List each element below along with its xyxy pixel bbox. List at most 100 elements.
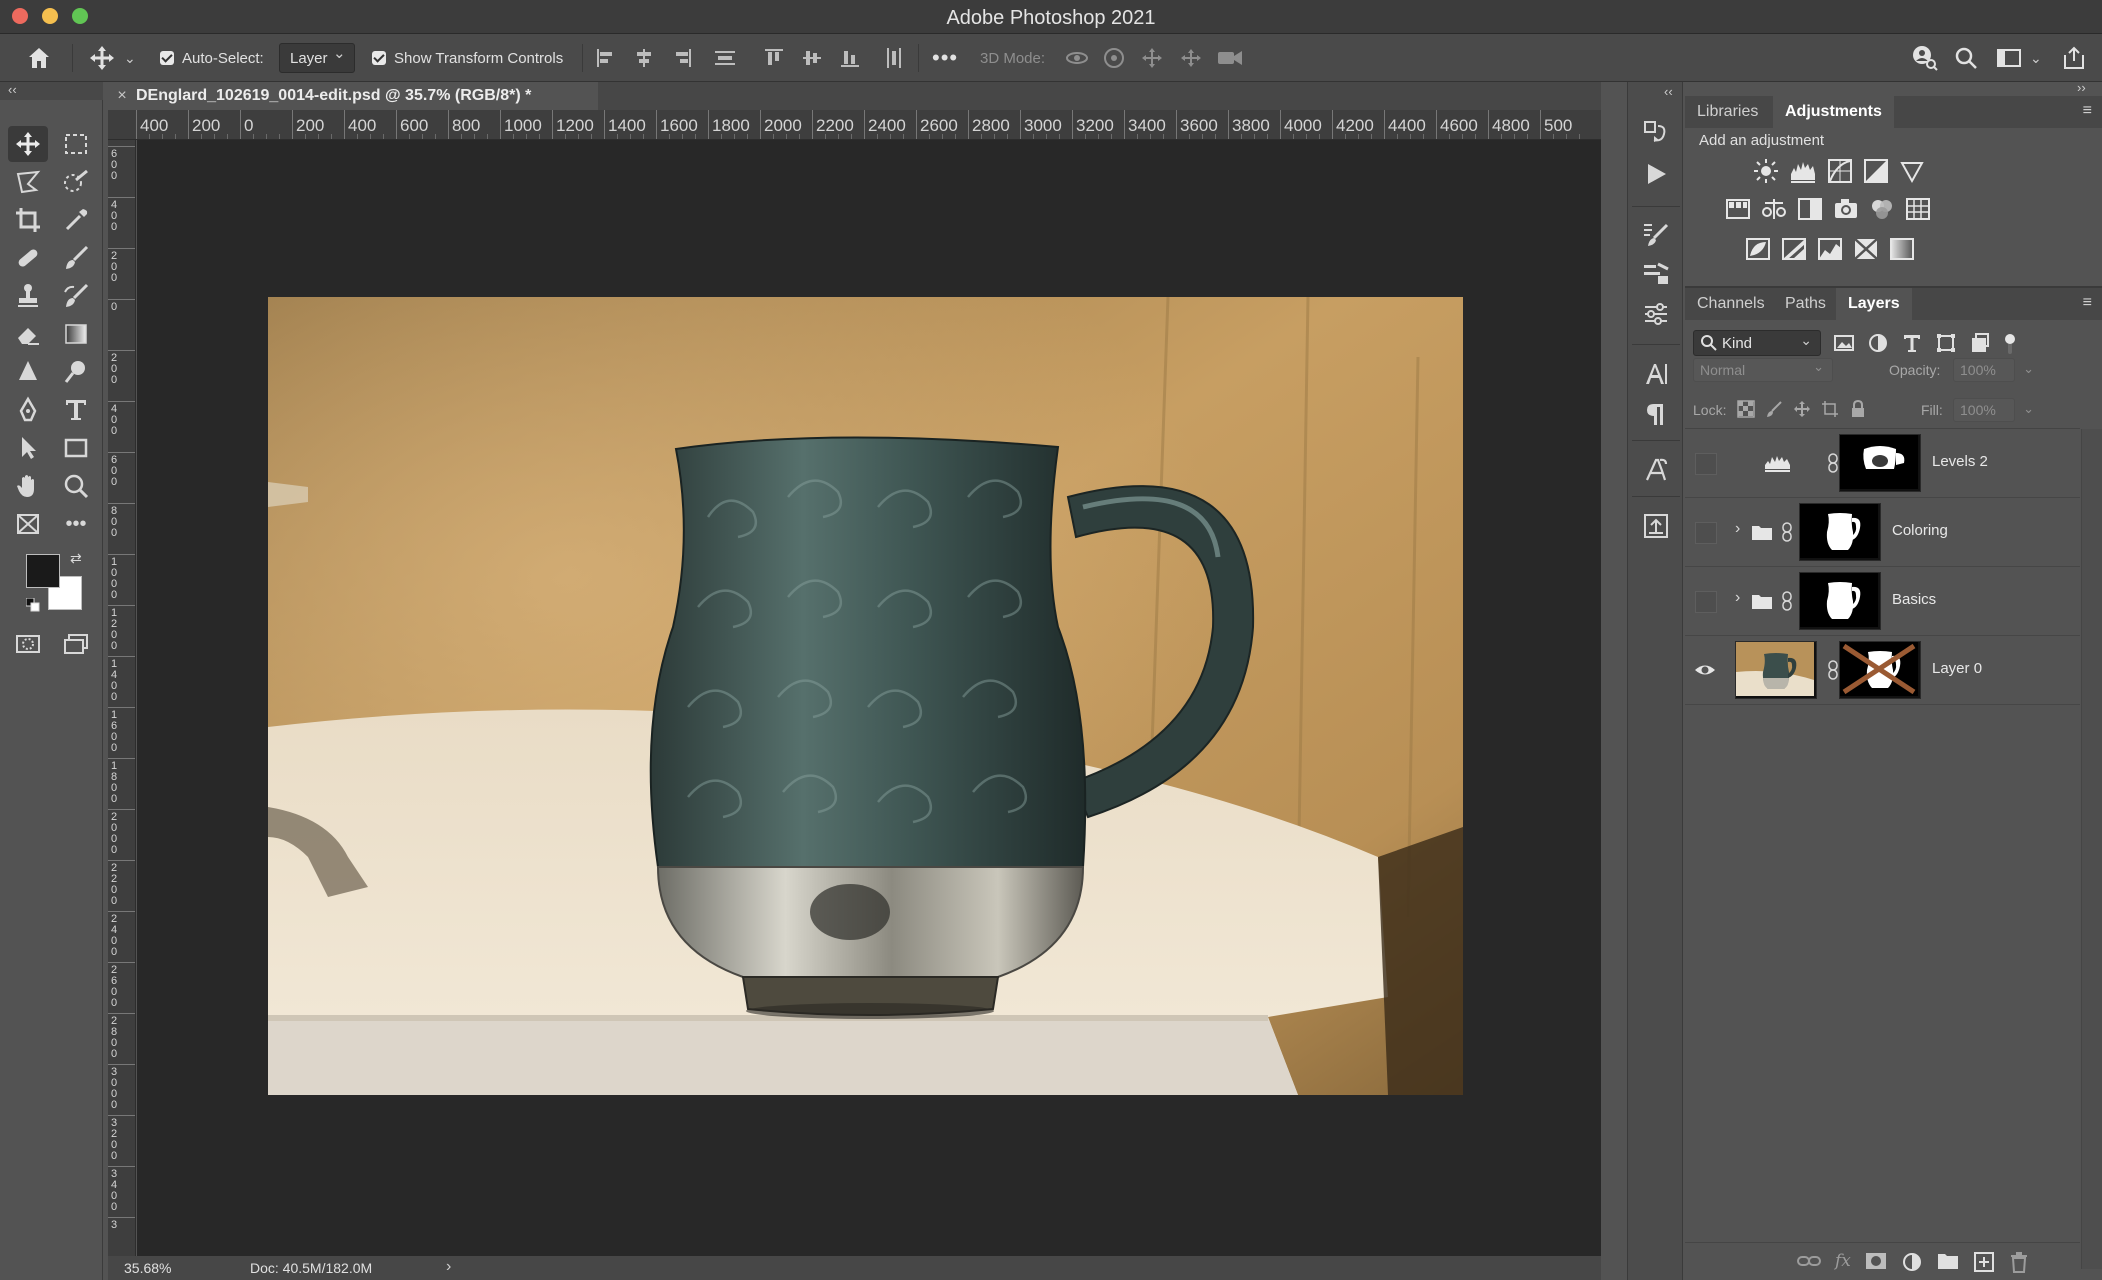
collapse-dock-icon[interactable]: ›› bbox=[2077, 80, 2086, 95]
delete-layer-button[interactable] bbox=[2009, 1251, 2029, 1273]
new-group-button[interactable] bbox=[1937, 1251, 1959, 1273]
quick-selection-tool[interactable] bbox=[56, 164, 96, 200]
status-menu-chevron-icon[interactable]: › bbox=[446, 1258, 451, 1276]
document-tab[interactable]: × DEnglard_102619_0014-edit.psd @ 35.7% … bbox=[108, 82, 598, 110]
levels-button[interactable] bbox=[1789, 158, 1817, 184]
lock-image-pixels-button[interactable] bbox=[1765, 400, 1783, 418]
lock-position-button[interactable] bbox=[1793, 400, 1811, 418]
rectangle-tool[interactable] bbox=[56, 430, 96, 466]
zoom-level[interactable]: 35.68% bbox=[124, 1260, 171, 1276]
layer-name[interactable]: Levels 2 bbox=[1932, 453, 1988, 470]
vertical-ruler[interactable]: 600 400 200 0 200 400 600 800 1000 1200 1400 1600 18… bbox=[108, 140, 136, 1256]
search-button[interactable] bbox=[1954, 34, 1978, 82]
group-mask-thumbnail[interactable] bbox=[1799, 503, 1881, 561]
canvas-workspace[interactable] bbox=[137, 140, 1601, 1256]
move-tool-preset-picker[interactable]: ⌄ bbox=[88, 34, 136, 82]
layer-filter-kind-dropdown[interactable]: Kind ⌄ bbox=[1693, 330, 1821, 356]
expand-panels-icon[interactable]: ‹‹ bbox=[1664, 84, 1673, 99]
layer-visibility-toggle[interactable] bbox=[1695, 453, 1717, 475]
foreground-color-swatch[interactable] bbox=[26, 554, 60, 588]
quick-mask-mode-button[interactable] bbox=[8, 626, 48, 662]
brush-tool[interactable] bbox=[56, 240, 96, 276]
layer-row-coloring[interactable]: › Coloring bbox=[1685, 498, 2080, 567]
layers-scrollbar[interactable] bbox=[2081, 429, 2102, 1269]
filter-shape-layers-button[interactable] bbox=[1935, 332, 1957, 356]
new-layer-button[interactable] bbox=[1973, 1251, 1995, 1273]
align-top-edges-button[interactable] bbox=[762, 34, 786, 82]
3d-slide-button[interactable] bbox=[1178, 34, 1204, 82]
export-panel-button[interactable] bbox=[1642, 512, 1670, 540]
auto-select-dropdown[interactable]: Layer bbox=[279, 43, 355, 73]
3d-drag-button[interactable] bbox=[1140, 34, 1164, 82]
document-image[interactable] bbox=[268, 297, 1463, 1095]
tab-paths[interactable]: Paths bbox=[1773, 288, 1838, 320]
hue-saturation-button[interactable] bbox=[1725, 196, 1751, 222]
filter-smart-objects-button[interactable] bbox=[1969, 332, 1991, 356]
3d-orbit-button[interactable] bbox=[1064, 34, 1090, 82]
layer-row-basics[interactable]: › Basics bbox=[1685, 567, 2080, 636]
layer-thumbnail[interactable] bbox=[1735, 641, 1817, 699]
layer-row-levels-2[interactable]: Levels 2 bbox=[1685, 429, 2080, 498]
layer-row-layer-0[interactable]: Layer 0 bbox=[1685, 636, 2080, 705]
history-panel-button[interactable] bbox=[1642, 118, 1670, 146]
brightness-contrast-button[interactable] bbox=[1753, 158, 1779, 184]
close-document-icon[interactable]: × bbox=[108, 87, 136, 105]
workspace-switcher[interactable]: ⌄ bbox=[1996, 34, 2042, 82]
threshold-button[interactable] bbox=[1817, 236, 1843, 262]
tool-presets-button[interactable] bbox=[1642, 260, 1670, 288]
auto-select-checkbox[interactable]: Auto-Select: bbox=[160, 34, 264, 82]
tools-panel-header[interactable]: ‹‹ bbox=[0, 82, 103, 100]
default-colors-icon[interactable] bbox=[26, 598, 40, 612]
crop-tool[interactable] bbox=[8, 202, 48, 238]
blur-tool[interactable] bbox=[8, 354, 48, 390]
actions-panel-button[interactable] bbox=[1642, 160, 1670, 188]
tab-channels[interactable]: Channels bbox=[1685, 288, 1777, 320]
eraser-tool[interactable] bbox=[8, 316, 48, 352]
filter-type-layers-button[interactable] bbox=[1901, 332, 1923, 356]
filter-toggle-switch[interactable] bbox=[2003, 332, 2017, 356]
align-horizontal-centers-button[interactable] bbox=[632, 34, 656, 82]
opacity-input[interactable]: 100% ⌄ bbox=[1953, 358, 2034, 382]
fill-input[interactable]: 100% ⌄ bbox=[1953, 398, 2034, 422]
distribute-horizontal-button[interactable] bbox=[882, 34, 906, 82]
channel-mixer-button[interactable] bbox=[1869, 196, 1895, 222]
clone-stamp-tool[interactable] bbox=[8, 278, 48, 314]
color-balance-button[interactable] bbox=[1761, 196, 1787, 222]
edit-toolbar-button[interactable]: ••• bbox=[56, 506, 96, 542]
layer-name[interactable]: Coloring bbox=[1892, 522, 1948, 539]
show-transform-controls-checkbox[interactable]: Show Transform Controls bbox=[372, 34, 563, 82]
pen-tool[interactable] bbox=[8, 392, 48, 428]
eyedropper-tool[interactable] bbox=[56, 202, 96, 238]
screen-mode-button[interactable] bbox=[56, 626, 96, 662]
layer-mask-thumbnail[interactable] bbox=[1839, 434, 1921, 492]
invert-button[interactable] bbox=[1745, 236, 1771, 262]
tab-libraries[interactable]: Libraries bbox=[1685, 96, 1770, 128]
curves-button[interactable] bbox=[1827, 158, 1853, 184]
expand-group-chevron-icon[interactable]: › bbox=[1735, 520, 1740, 538]
3d-scale-button[interactable] bbox=[1216, 34, 1244, 82]
healing-brush-tool[interactable] bbox=[8, 240, 48, 276]
link-layers-button[interactable] bbox=[1797, 1251, 1821, 1273]
brush-settings-button[interactable] bbox=[1642, 220, 1670, 248]
disabled-layer-mask-thumbnail[interactable] bbox=[1839, 641, 1921, 699]
posterize-button[interactable] bbox=[1781, 236, 1807, 262]
more-options-button[interactable]: ••• bbox=[932, 34, 958, 82]
tab-layers[interactable]: Layers bbox=[1836, 288, 1912, 320]
blend-mode-dropdown[interactable]: Normal ⌄ bbox=[1693, 358, 1833, 382]
layer-name[interactable]: Layer 0 bbox=[1932, 660, 1982, 677]
swap-colors-icon[interactable]: ⇄ bbox=[70, 550, 82, 567]
panel-menu-icon[interactable]: ≡ bbox=[2083, 294, 2092, 312]
3d-roll-button[interactable] bbox=[1102, 34, 1126, 82]
align-right-edges-button[interactable] bbox=[670, 34, 694, 82]
layer-visibility-toggle[interactable] bbox=[1693, 658, 1717, 682]
exposure-button[interactable] bbox=[1863, 158, 1889, 184]
character-panel-button[interactable] bbox=[1642, 360, 1670, 388]
path-selection-tool[interactable] bbox=[8, 430, 48, 466]
photo-filter-button[interactable] bbox=[1833, 196, 1859, 222]
frame-tool[interactable] bbox=[8, 506, 48, 542]
tab-adjustments[interactable]: Adjustments bbox=[1773, 96, 1894, 128]
new-fill-adjustment-layer-button[interactable] bbox=[1901, 1251, 1923, 1273]
properties-panel-button[interactable] bbox=[1642, 300, 1670, 328]
black-white-button[interactable] bbox=[1797, 196, 1823, 222]
selective-color-button[interactable] bbox=[1853, 236, 1879, 262]
